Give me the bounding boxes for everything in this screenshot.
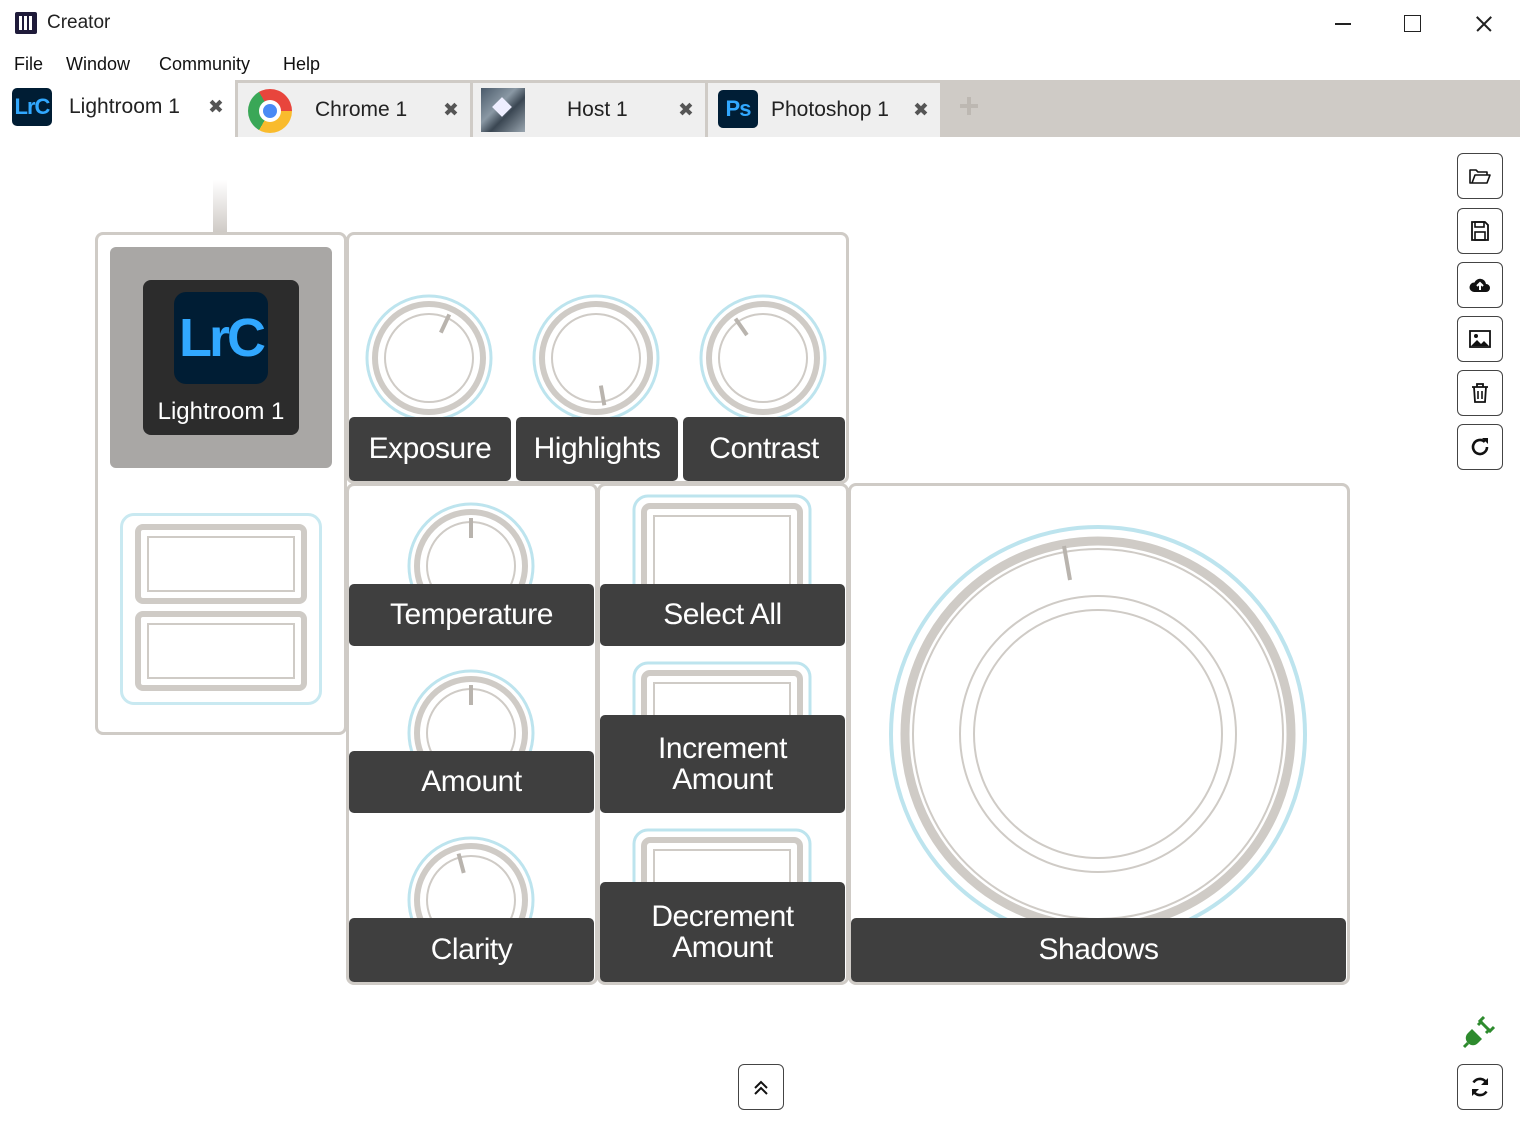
profile-tile[interactable]: LrC Lightroom 1: [110, 247, 332, 468]
tab-label: Host 1: [567, 98, 628, 121]
tab-close-icon[interactable]: ✖: [913, 99, 929, 122]
refresh-icon: [1471, 438, 1489, 456]
image-icon: [1469, 330, 1491, 348]
tab-chrome-1[interactable]: Chrome 1 ✖: [238, 83, 470, 137]
tab-photoshop-1[interactable]: Ps Photoshop 1 ✖: [708, 83, 940, 137]
shadows-label: Shadows: [851, 918, 1346, 982]
tab-label: Photoshop 1: [771, 98, 889, 121]
minimize-button[interactable]: [1307, 0, 1377, 46]
window-title: Creator: [47, 12, 111, 33]
host-icon: [481, 88, 525, 132]
tab-close-icon[interactable]: ✖: [443, 99, 459, 122]
lightroom-classic-icon: LrC: [174, 292, 268, 384]
page-down-key[interactable]: [135, 611, 307, 691]
photoshop-icon: Ps: [718, 90, 758, 128]
select-all-label: Select All: [600, 584, 845, 646]
tab-label: Chrome 1: [315, 98, 408, 121]
image-button[interactable]: [1457, 316, 1503, 362]
menu-bar: File Window Community Help: [0, 46, 1520, 80]
shadows-wheel[interactable]: [888, 524, 1308, 944]
add-tab-icon[interactable]: [958, 95, 980, 117]
temperature-label: Temperature: [349, 584, 594, 646]
highlights-dial[interactable]: [532, 294, 660, 422]
profile-label: Lightroom 1: [157, 398, 285, 425]
tab-host-1[interactable]: Host 1 ✖: [473, 83, 705, 137]
maximize-button[interactable]: [1377, 0, 1447, 46]
tab-close-icon[interactable]: ✖: [678, 99, 694, 122]
menu-community[interactable]: Community: [159, 54, 250, 75]
exposure-dial[interactable]: [365, 294, 493, 422]
tab-close-icon[interactable]: ✖: [208, 96, 224, 119]
save-button[interactable]: [1457, 208, 1503, 254]
contrast-dial[interactable]: [699, 294, 827, 422]
menu-window[interactable]: Window: [66, 54, 130, 75]
menu-file[interactable]: File: [14, 54, 43, 75]
plug-connected-icon: [1462, 1015, 1496, 1049]
tab-label: Lightroom 1: [69, 95, 180, 118]
close-window-button[interactable]: [1448, 0, 1518, 46]
clarity-label: Clarity: [349, 918, 594, 982]
sync-button[interactable]: [1457, 1064, 1503, 1110]
decrement-amount-label: Decrement Amount: [600, 882, 845, 982]
page-switch-buttons: [120, 513, 322, 705]
title-bar: Creator: [0, 0, 1520, 46]
delete-button[interactable]: [1457, 370, 1503, 416]
sync-icon: [1471, 1077, 1489, 1097]
tab-strip: LrC Lightroom 1 ✖ Chrome 1 ✖ Host 1 ✖ Ps…: [0, 80, 1520, 137]
menu-help[interactable]: Help: [283, 54, 320, 75]
amount-label: Amount: [349, 751, 594, 813]
open-folder-icon: [1469, 169, 1491, 184]
trash-icon: [1472, 383, 1488, 403]
page-up-key[interactable]: [135, 524, 307, 604]
lightroom-classic-icon: LrC: [12, 88, 52, 126]
contrast-label: Contrast: [683, 417, 845, 481]
label-line: Decrement: [651, 899, 794, 933]
tab-lightroom-1[interactable]: LrC Lightroom 1 ✖: [0, 80, 235, 137]
double-chevron-up-icon: [754, 1080, 768, 1095]
exposure-label: Exposure: [349, 417, 511, 481]
cloud-upload-button[interactable]: [1457, 262, 1503, 308]
profile-key: LrC Lightroom 1: [143, 280, 299, 435]
reload-button[interactable]: [1457, 424, 1503, 470]
chrome-icon: [248, 89, 292, 133]
label-line: Amount: [672, 931, 773, 964]
cloud-upload-icon: [1469, 278, 1490, 292]
open-folder-button[interactable]: [1457, 153, 1503, 199]
connector: [213, 180, 227, 232]
label-line: Increment: [658, 731, 787, 765]
save-icon: [1471, 221, 1489, 241]
highlights-label: Highlights: [516, 417, 678, 481]
app-logo-icon: [15, 12, 37, 34]
collapse-up-button[interactable]: [738, 1064, 784, 1110]
increment-amount-label: Increment Amount: [600, 715, 845, 813]
label-line: Amount: [672, 763, 773, 796]
